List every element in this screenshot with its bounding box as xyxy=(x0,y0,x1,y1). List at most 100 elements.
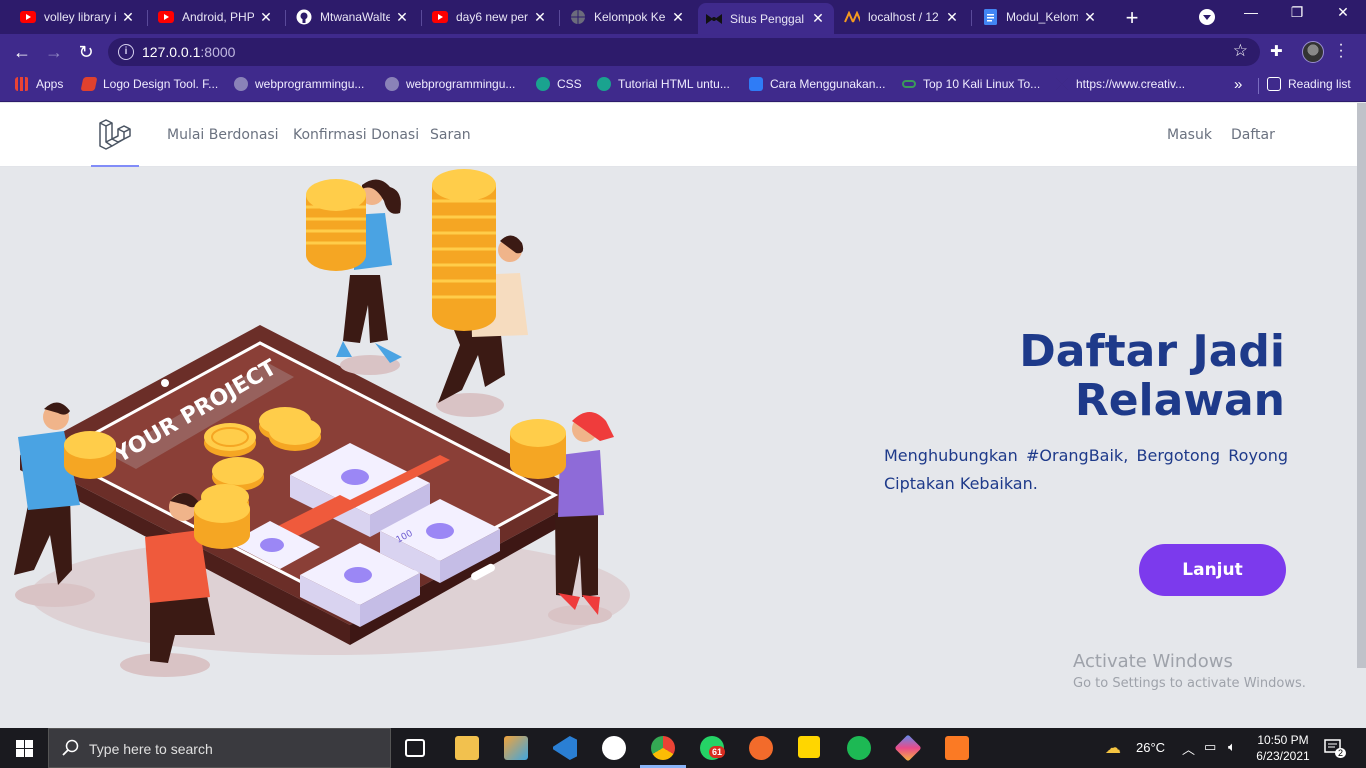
reading-list-label: Reading list xyxy=(1288,77,1351,91)
tab-title: Kelompok Kel xyxy=(594,10,666,24)
wave-icon xyxy=(749,77,763,91)
tab-5-active[interactable]: Situs Penggal ✕ xyxy=(698,3,834,34)
taskbar-clock[interactable]: 10:50 PM 6/23/2021 xyxy=(1252,732,1314,764)
tab-2[interactable]: MtwanaWalte ✕ xyxy=(288,3,418,31)
gitkraken-icon[interactable] xyxy=(894,734,922,762)
youtube-icon xyxy=(20,9,36,25)
nav-register[interactable]: Daftar xyxy=(1231,127,1275,143)
laravel-logo[interactable] xyxy=(91,103,139,167)
address-bar[interactable]: i 127.0.0.1:8000 ☆ xyxy=(108,38,1260,66)
bookmark-item[interactable]: CSS xyxy=(536,77,582,91)
restore-button[interactable]: ❐ xyxy=(1274,4,1320,21)
bookmark-item[interactable]: https://www.creativ... xyxy=(1055,77,1185,91)
weather-icon[interactable]: ☁ xyxy=(1105,738,1121,758)
tab-title: volley library i xyxy=(44,10,116,24)
hero-title-line2: Relawan xyxy=(1074,375,1285,426)
tab-title: MtwanaWalte xyxy=(320,10,390,24)
bookmark-label: https://www.creativ... xyxy=(1076,77,1186,91)
bookmark-label: Top 10 Kali Linux To... xyxy=(923,77,1041,91)
close-tab-icon[interactable]: ✕ xyxy=(532,9,548,26)
bowtie-icon xyxy=(1055,77,1069,91)
new-tab-button[interactable]: + xyxy=(1120,5,1144,31)
continue-button[interactable]: Lanjut xyxy=(1139,544,1286,596)
battery-icon[interactable]: ▭ xyxy=(1204,739,1216,755)
vscode-icon[interactable] xyxy=(553,736,577,760)
windows-logo-icon xyxy=(15,739,33,757)
close-tab-icon[interactable]: ✕ xyxy=(258,9,274,26)
docs-icon xyxy=(982,9,998,25)
start-button[interactable] xyxy=(0,728,48,768)
sticky-notes-icon[interactable] xyxy=(798,736,820,758)
extensions-puzzle-icon[interactable]: ✚ xyxy=(1270,42,1283,60)
tab-title: Modul_Kelom xyxy=(1006,10,1078,24)
url-text: 127.0.0.1:8000 xyxy=(142,44,236,60)
bookmark-item[interactable]: webprogrammingu... xyxy=(234,77,364,91)
watermark-title: Activate Windows xyxy=(1073,651,1233,672)
github-icon xyxy=(296,9,312,25)
reading-list-icon xyxy=(1267,77,1281,91)
reading-list-button[interactable]: Reading list xyxy=(1267,77,1351,91)
bookmark-apps[interactable]: Apps xyxy=(15,77,63,91)
virtualbox-icon[interactable] xyxy=(504,736,528,760)
tab-title: Situs Penggal xyxy=(730,11,805,26)
tab-title: day6 new per xyxy=(456,10,528,24)
close-tab-icon[interactable]: ✕ xyxy=(944,9,960,26)
nav-login[interactable]: Masuk xyxy=(1167,127,1212,143)
taskbar-search[interactable]: Type here to search xyxy=(48,728,391,768)
forward-button[interactable]: → xyxy=(42,40,66,64)
volume-icon[interactable]: 🔈︎ xyxy=(1228,739,1236,755)
tab-0[interactable]: volley library i ✕ xyxy=(12,3,144,31)
tab-6[interactable]: localhost / 12 ✕ xyxy=(836,3,968,31)
xampp-icon[interactable] xyxy=(945,736,969,760)
bookmark-item[interactable]: Tutorial HTML untu... xyxy=(597,77,730,91)
close-tab-icon[interactable]: ✕ xyxy=(394,9,410,26)
bookmark-star-icon[interactable]: ☆ xyxy=(1233,41,1248,61)
bookmark-item[interactable]: Top 10 Kali Linux To... xyxy=(902,77,1040,91)
file-explorer-icon[interactable] xyxy=(455,736,479,760)
spotify-icon[interactable] xyxy=(847,736,871,760)
app-w-icon[interactable] xyxy=(602,736,626,760)
codepolitan-icon xyxy=(536,77,550,91)
tab-search-icon[interactable] xyxy=(1199,9,1215,25)
site-navbar: Mulai Berdonasi Konfirmasi Donasi Saran … xyxy=(0,103,1366,167)
youtube-icon xyxy=(158,9,174,25)
tab-3[interactable]: day6 new per ✕ xyxy=(424,3,556,31)
clock-date: 6/23/2021 xyxy=(1256,749,1310,763)
tab-1[interactable]: Android, PHP ✕ xyxy=(150,3,282,31)
more-bookmarks-button[interactable]: » xyxy=(1234,76,1242,93)
weather-temp[interactable]: 26°C xyxy=(1136,740,1165,755)
tab-strip: volley library i ✕ Android, PHP ✕ Mtwana… xyxy=(0,0,1366,34)
close-tab-icon[interactable]: ✕ xyxy=(120,9,136,26)
nav-feedback[interactable]: Saran xyxy=(430,127,471,143)
site-info-icon[interactable]: i xyxy=(118,44,134,60)
back-button[interactable]: ← xyxy=(10,40,34,64)
hero-title-line1: Daftar Jadi xyxy=(1019,326,1285,377)
tab-7[interactable]: Modul_Kelom ✕ xyxy=(974,3,1106,31)
browser-toolbar: ← → ↻ i 127.0.0.1:8000 ☆ ✚ · · · xyxy=(0,34,1366,70)
chrome-icon[interactable] xyxy=(651,736,675,760)
close-window-button[interactable]: ✕ xyxy=(1320,4,1366,21)
search-icon xyxy=(62,739,79,756)
postman-icon[interactable] xyxy=(749,736,773,760)
bookmark-item[interactable]: webprogrammingu... xyxy=(385,77,515,91)
blog-icon xyxy=(234,77,248,91)
chrome-menu-icon[interactable]: · · · xyxy=(1336,37,1346,65)
nav-start-donating[interactable]: Mulai Berdonasi xyxy=(167,127,279,143)
nav-confirm-donation[interactable]: Konfirmasi Donasi xyxy=(293,127,419,143)
close-tab-icon[interactable]: ✕ xyxy=(670,9,686,26)
reload-button[interactable]: ↻ xyxy=(74,40,98,64)
bookmark-item[interactable]: Logo Design Tool. F... xyxy=(80,77,219,91)
page-scrollbar[interactable] xyxy=(1357,103,1366,668)
bookmark-item[interactable]: Cara Menggunakan... xyxy=(749,77,885,91)
bookmark-label: CSS xyxy=(557,77,582,91)
close-tab-icon[interactable]: ✕ xyxy=(810,10,826,27)
profile-avatar[interactable] xyxy=(1302,41,1324,63)
close-tab-icon[interactable]: ✕ xyxy=(1082,9,1098,26)
youtube-icon xyxy=(432,9,448,25)
task-view-icon[interactable] xyxy=(405,739,425,757)
bookmark-label: Logo Design Tool. F... xyxy=(103,77,219,91)
phpmyadmin-icon xyxy=(844,9,860,25)
show-hidden-icons[interactable]: ︿ xyxy=(1182,739,1195,758)
minimize-button[interactable]: — xyxy=(1228,4,1274,20)
tab-4[interactable]: Kelompok Kel ✕ xyxy=(562,3,694,31)
